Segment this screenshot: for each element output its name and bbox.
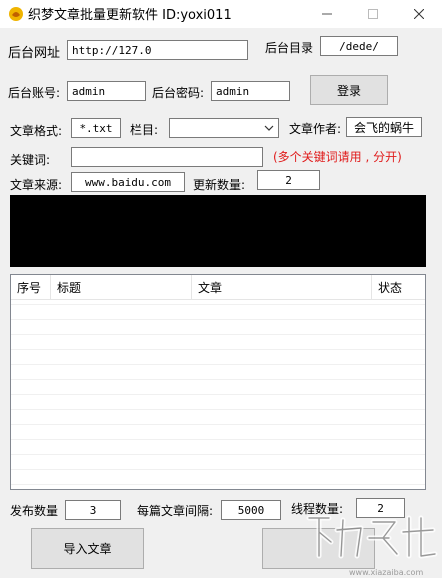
close-button[interactable] xyxy=(396,0,442,28)
interval-label: 每篇文章间隔: xyxy=(137,504,214,518)
article-table[interactable]: 序号 标题 文章 状态 xyxy=(10,274,426,490)
password-input[interactable]: admin xyxy=(211,81,290,101)
column-header-title[interactable]: 标题 xyxy=(51,275,192,299)
keywords-hint: (多个关键词请用 , 分开) xyxy=(273,150,402,164)
keywords-input[interactable] xyxy=(71,147,263,167)
minimize-icon xyxy=(322,13,332,15)
author-input[interactable]: 会飞的蜗牛 xyxy=(346,117,422,137)
column-header-article[interactable]: 文章 xyxy=(192,275,372,299)
format-input[interactable]: *.txt xyxy=(71,118,121,138)
import-articles-button[interactable]: 导入文章 xyxy=(31,528,144,569)
publish-count-input[interactable]: 3 xyxy=(65,500,121,520)
log-output-box xyxy=(10,195,426,267)
window-title: 织梦文章批量更新软件 ID:yoxi011 xyxy=(28,8,232,23)
close-icon xyxy=(414,9,424,19)
maximize-button[interactable] xyxy=(350,0,396,28)
maximize-icon xyxy=(368,9,378,19)
backend-dir-label: 后台目录 xyxy=(265,41,314,55)
update-count-label: 更新数量: xyxy=(193,178,246,192)
account-input[interactable]: admin xyxy=(67,81,146,101)
format-label: 文章格式: xyxy=(10,124,63,138)
password-label: 后台密码: xyxy=(152,86,205,100)
app-logo-icon xyxy=(8,6,24,22)
update-count-input[interactable]: 2 xyxy=(257,170,320,190)
author-label: 文章作者: xyxy=(289,122,342,136)
publish-count-label: 发布数量 xyxy=(10,504,59,518)
keywords-label: 关键词: xyxy=(10,153,51,167)
chevron-down-icon xyxy=(264,125,274,131)
column-select[interactable] xyxy=(169,118,279,138)
minimize-button[interactable] xyxy=(304,0,350,28)
source-label: 文章来源: xyxy=(10,178,63,192)
table-header: 序号 标题 文章 状态 xyxy=(11,275,425,300)
column-header-status[interactable]: 状态 xyxy=(372,275,425,299)
interval-input[interactable]: 5000 xyxy=(221,500,281,520)
column-label: 栏目: xyxy=(130,123,159,137)
backend-dir-input[interactable]: /dede/ xyxy=(320,36,398,56)
login-button[interactable]: 登录 xyxy=(310,75,388,105)
watermark-text: www.xiazaiba.com xyxy=(349,568,424,577)
account-label: 后台账号: xyxy=(8,86,61,100)
watermark-logo xyxy=(303,508,439,564)
backend-url-input[interactable]: http://127.0 xyxy=(67,40,248,60)
backend-url-label: 后台网址 xyxy=(8,46,61,61)
source-input[interactable]: www.baidu.com xyxy=(71,172,185,192)
column-header-index[interactable]: 序号 xyxy=(11,275,51,299)
